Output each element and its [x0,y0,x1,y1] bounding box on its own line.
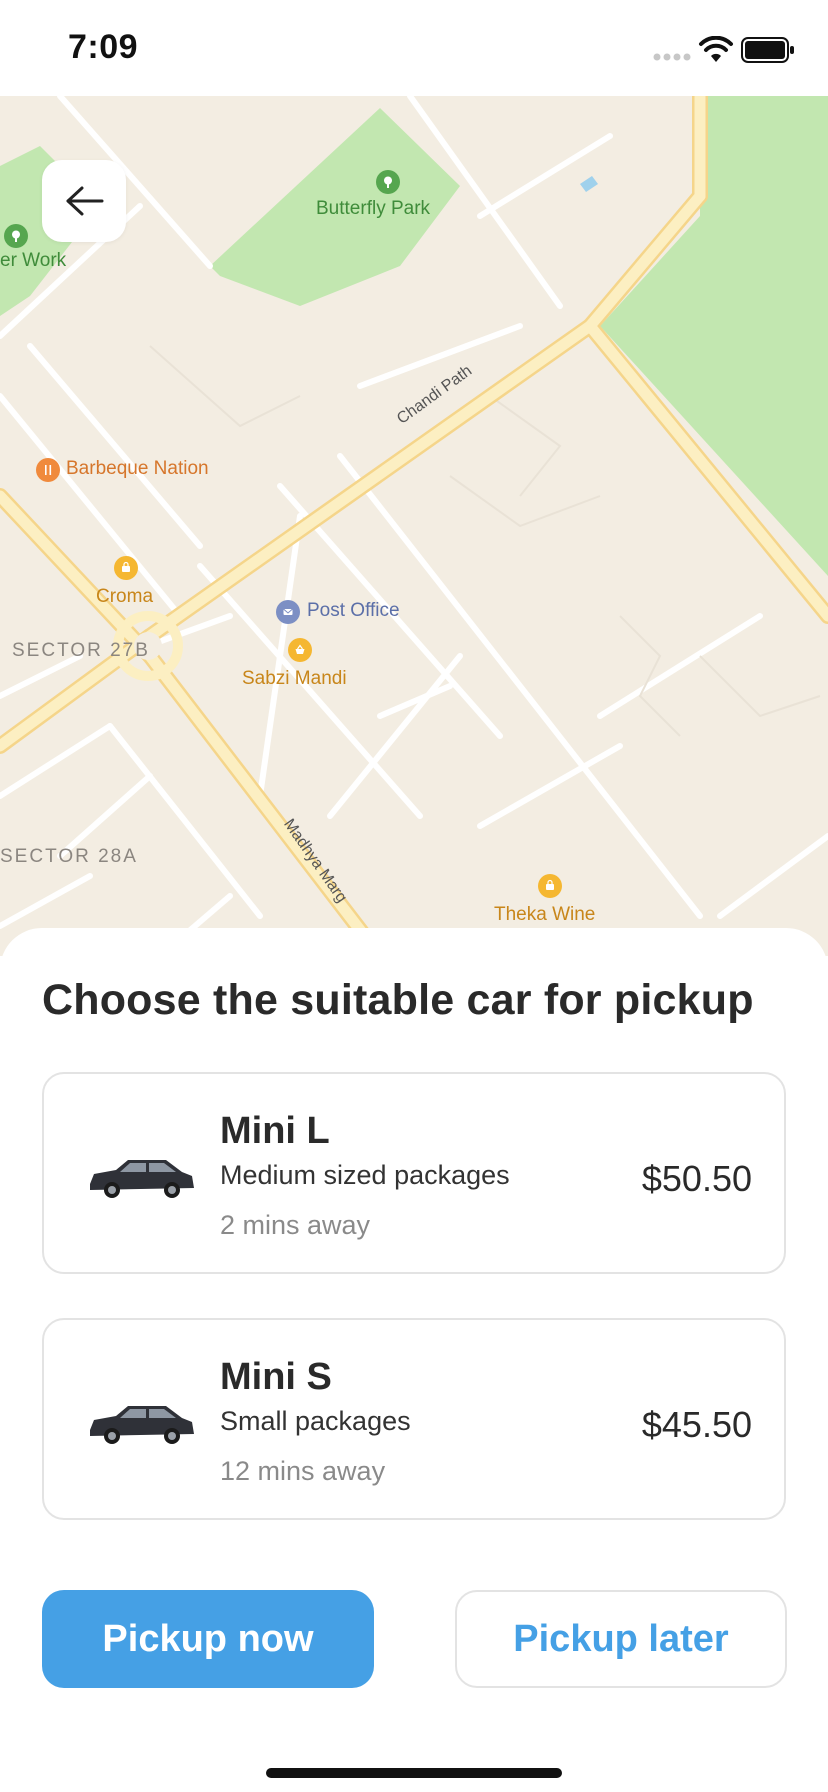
map-label-croma: Croma [96,586,154,607]
shopping-bag-icon [114,556,138,580]
cellular-signal-icon [653,53,691,61]
fork-knife-icon [36,458,60,482]
map-label-theka-wine: Theka Wine [494,904,596,925]
battery-icon [741,37,794,63]
car-name: Mini S [220,1356,332,1398]
car-option-mini-l[interactable]: Mini L Medium sized packages 2 mins away… [42,1072,786,1274]
arrow-left-icon [66,186,104,216]
car-name: Mini L [220,1110,330,1152]
car-price: $50.50 [641,1158,752,1199]
map-label-barbeque-nation: Barbeque Nation [66,458,209,479]
home-indicator[interactable] [266,1768,562,1778]
map-label-work: er Work [0,250,67,271]
back-button[interactable] [42,160,126,242]
car-eta: 12 mins away [220,1456,386,1486]
tree-icon [4,224,28,248]
suv-car-icon [90,1160,194,1198]
basket-icon [288,638,312,662]
status-bar: 7:09 [0,0,828,96]
shopping-bag-icon [538,874,562,898]
pickup-later-button[interactable]: Pickup later [455,1590,787,1688]
car-selection-sheet: Choose the suitable car for pickup Mini … [0,928,828,1792]
tree-icon [376,170,400,194]
map-label-butterfly-park: Butterfly Park [316,198,431,219]
map-label-sector-27b: SECTOR 27B [12,640,150,661]
map-label-post-office: Post Office [307,600,400,621]
car-description: Medium sized packages [220,1160,510,1190]
pickup-now-button[interactable]: Pickup now [42,1590,374,1688]
suv-car-icon [90,1406,194,1444]
car-eta: 2 mins away [220,1210,371,1240]
wifi-icon [699,36,733,62]
map-label-sector-28a: SECTOR 28A [0,846,138,867]
car-option-mini-s[interactable]: Mini S Small packages 12 mins away $45.5… [42,1318,786,1520]
map-label-sabzi-mandi: Sabzi Mandi [242,668,347,689]
car-price: $45.50 [641,1404,752,1445]
status-time: 7:09 [68,28,139,66]
sheet-title: Choose the suitable car for pickup [42,976,754,1024]
car-description: Small packages [220,1406,411,1436]
envelope-icon [276,600,300,624]
